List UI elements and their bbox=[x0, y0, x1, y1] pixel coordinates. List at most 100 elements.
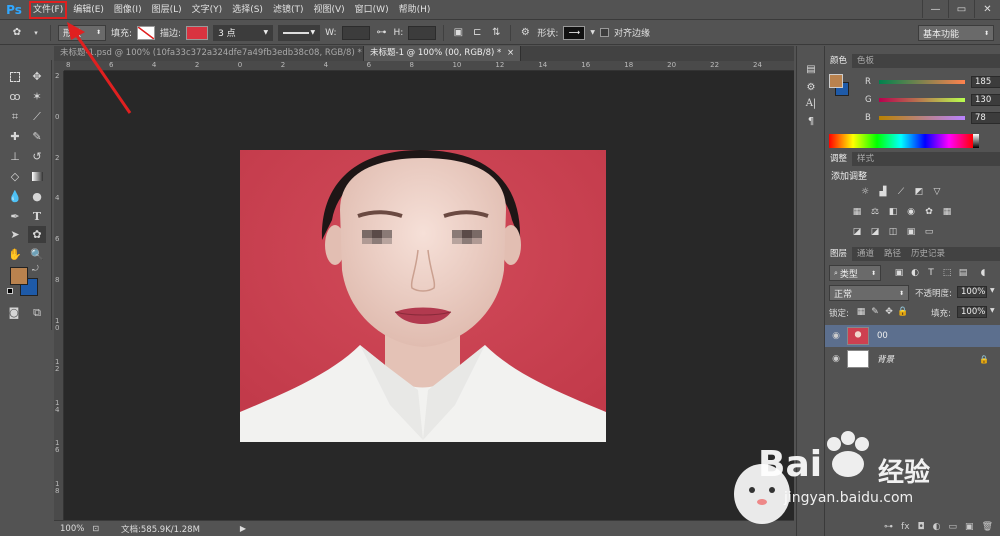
blend-mode-dropdown[interactable]: 正常 ⬍ bbox=[829, 285, 909, 301]
opacity-input[interactable]: 100% bbox=[957, 286, 987, 298]
play-icon[interactable]: ▶ bbox=[240, 524, 246, 533]
color-spectrum-bw[interactable] bbox=[973, 134, 979, 148]
tab-channels[interactable]: 通道 bbox=[852, 247, 879, 261]
link-icon[interactable]: ⊶ bbox=[375, 26, 389, 40]
clone-stamp-tool-icon[interactable]: ⊥ bbox=[6, 148, 24, 165]
zoom-level[interactable]: 100% bbox=[60, 524, 84, 534]
restore-button[interactable]: ▭ bbox=[948, 0, 974, 18]
fill-swatch[interactable] bbox=[137, 25, 156, 40]
menu-help[interactable]: 帮助(H) bbox=[394, 0, 436, 20]
layer-filter-dropdown[interactable]: ⌕ 类型 ⬍ bbox=[829, 265, 881, 281]
history-panel-icon[interactable]: ▤ bbox=[803, 62, 819, 76]
hue-saturation-icon[interactable]: ▦ bbox=[851, 206, 863, 218]
green-value[interactable]: 130 bbox=[971, 94, 1000, 106]
export-icon[interactable]: ⊡ bbox=[92, 524, 99, 533]
minimize-button[interactable]: — bbox=[922, 0, 948, 18]
chevron-down-icon[interactable]: ▼ bbox=[990, 307, 995, 314]
lock-transparent-icon[interactable]: ▦ bbox=[855, 306, 867, 318]
path-selection-tool-icon[interactable]: ➤ bbox=[6, 226, 24, 243]
menu-filter[interactable]: 滤镜(T) bbox=[268, 0, 309, 20]
portrait-photo[interactable] bbox=[240, 150, 606, 442]
character-panel-icon[interactable]: A| bbox=[803, 96, 819, 110]
gradient-map-icon[interactable]: ▭ bbox=[923, 226, 935, 238]
gradient-tool-icon[interactable] bbox=[28, 168, 46, 185]
levels-icon[interactable]: ▟ bbox=[877, 186, 889, 198]
path-operations-icon[interactable]: ▣ bbox=[451, 26, 465, 40]
eyedropper-tool-icon[interactable]: ⟋ bbox=[28, 108, 46, 125]
menu-select[interactable]: 选择(S) bbox=[227, 0, 268, 20]
layer-name[interactable]: 00 bbox=[877, 331, 888, 341]
blue-value[interactable]: 78 bbox=[971, 112, 1000, 124]
tab-adjustments[interactable]: 调整 bbox=[825, 152, 853, 166]
crop-tool-icon[interactable]: ⌗ bbox=[6, 108, 24, 125]
filter-adjustment-icon[interactable]: ◐ bbox=[909, 267, 921, 279]
hand-tool-icon[interactable]: ✋ bbox=[6, 246, 24, 263]
color-spectrum[interactable] bbox=[829, 134, 973, 148]
tool-preset-chevron-icon[interactable]: ▾ bbox=[29, 26, 43, 40]
canvas-area[interactable] bbox=[64, 71, 794, 520]
layer-row-00[interactable]: ◉ 00 bbox=[825, 325, 1000, 347]
filter-pixel-icon[interactable]: ▣ bbox=[893, 267, 905, 279]
tab-swatches[interactable]: 色板 bbox=[852, 54, 879, 68]
fill-input[interactable]: 100% bbox=[957, 306, 987, 318]
green-slider[interactable] bbox=[879, 98, 965, 102]
eye-icon[interactable]: ◉ bbox=[825, 354, 847, 364]
filter-toggle-icon[interactable]: ◖ bbox=[977, 267, 989, 279]
menu-image[interactable]: 图像(I) bbox=[109, 0, 147, 20]
magic-wand-tool-icon[interactable]: ✶ bbox=[28, 88, 46, 105]
height-input[interactable] bbox=[408, 25, 437, 40]
healing-brush-tool-icon[interactable]: ✚ bbox=[6, 128, 24, 145]
black-white-icon[interactable]: ◧ bbox=[887, 206, 899, 218]
custom-shape-tool-icon[interactable]: ✿ bbox=[10, 26, 24, 40]
photo-filter-icon[interactable]: ◉ bbox=[905, 206, 917, 218]
curves-icon[interactable]: ⟋ bbox=[895, 186, 907, 198]
lock-position-icon[interactable]: ✥ bbox=[883, 306, 895, 318]
brightness-contrast-icon[interactable]: ☼ bbox=[859, 186, 871, 198]
vibrance-icon[interactable]: ▽ bbox=[931, 186, 943, 198]
align-edges-checkbox[interactable] bbox=[599, 28, 609, 37]
width-input[interactable] bbox=[341, 25, 370, 40]
path-arrangement-icon[interactable]: ⇅ bbox=[489, 26, 503, 40]
menu-window[interactable]: 窗口(W) bbox=[350, 0, 394, 20]
stroke-swatch[interactable] bbox=[186, 25, 209, 40]
custom-shape-tool-icon[interactable]: ✿ bbox=[28, 226, 46, 243]
blue-slider[interactable] bbox=[879, 116, 965, 120]
path-alignment-icon[interactable]: ⊏ bbox=[470, 26, 484, 40]
tab-paths[interactable]: 路径 bbox=[879, 247, 906, 261]
selective-color-icon[interactable]: ▣ bbox=[905, 226, 917, 238]
move-tool-icon[interactable]: ✥ bbox=[28, 68, 46, 85]
quick-mask-icon[interactable]: ◙ bbox=[5, 304, 23, 321]
menu-edit[interactable]: 编辑(E) bbox=[68, 0, 109, 20]
shape-picker[interactable]: ⟶ bbox=[563, 25, 586, 40]
foreground-color-swatch[interactable] bbox=[10, 267, 28, 285]
pen-tool-icon[interactable]: ✒ bbox=[6, 208, 24, 225]
menu-type[interactable]: 文字(Y) bbox=[187, 0, 228, 20]
default-colors-icon[interactable] bbox=[7, 288, 13, 294]
red-value[interactable]: 185 bbox=[971, 76, 1000, 88]
lock-all-icon[interactable]: 🔒 bbox=[897, 306, 909, 318]
foreground-color-swatch[interactable] bbox=[829, 74, 843, 88]
layer-row-background[interactable]: ◉ 背景 🔒 bbox=[825, 348, 1000, 370]
blur-tool-icon[interactable]: 💧 bbox=[6, 188, 24, 205]
tab-document-2[interactable]: 未标题-1 @ 100% (00, RGB/8) * × bbox=[364, 46, 522, 61]
invert-icon[interactable]: ◪ bbox=[851, 226, 863, 238]
history-brush-tool-icon[interactable]: ↺ bbox=[28, 148, 46, 165]
stroke-width-dropdown[interactable]: 3 点 ▼ bbox=[213, 24, 274, 41]
paragraph-panel-icon[interactable]: ¶ bbox=[803, 114, 819, 128]
dodge-tool-icon[interactable]: ● bbox=[28, 188, 46, 205]
lock-image-icon[interactable]: ✎ bbox=[869, 306, 881, 318]
posterize-icon[interactable]: ◪ bbox=[869, 226, 881, 238]
brush-tool-icon[interactable]: ✎ bbox=[28, 128, 46, 145]
close-icon[interactable]: × bbox=[507, 48, 514, 58]
lasso-tool-icon[interactable]: ꝏ bbox=[6, 88, 24, 105]
swap-colors-icon[interactable]: ⤾ bbox=[32, 264, 39, 274]
color-lookup-icon[interactable]: ▦ bbox=[941, 206, 953, 218]
zoom-tool-icon[interactable]: 🔍 bbox=[28, 246, 46, 263]
filter-type-icon[interactable]: T bbox=[925, 267, 937, 279]
adjustments-brush-icon[interactable]: ⚙ bbox=[803, 80, 819, 94]
channel-mixer-icon[interactable]: ✿ bbox=[923, 206, 935, 218]
menu-layer[interactable]: 图层(L) bbox=[147, 0, 187, 20]
marquee-tool-icon[interactable] bbox=[6, 68, 24, 85]
filter-smart-object-icon[interactable]: ▤ bbox=[957, 267, 969, 279]
color-balance-icon[interactable]: ⚖ bbox=[869, 206, 881, 218]
